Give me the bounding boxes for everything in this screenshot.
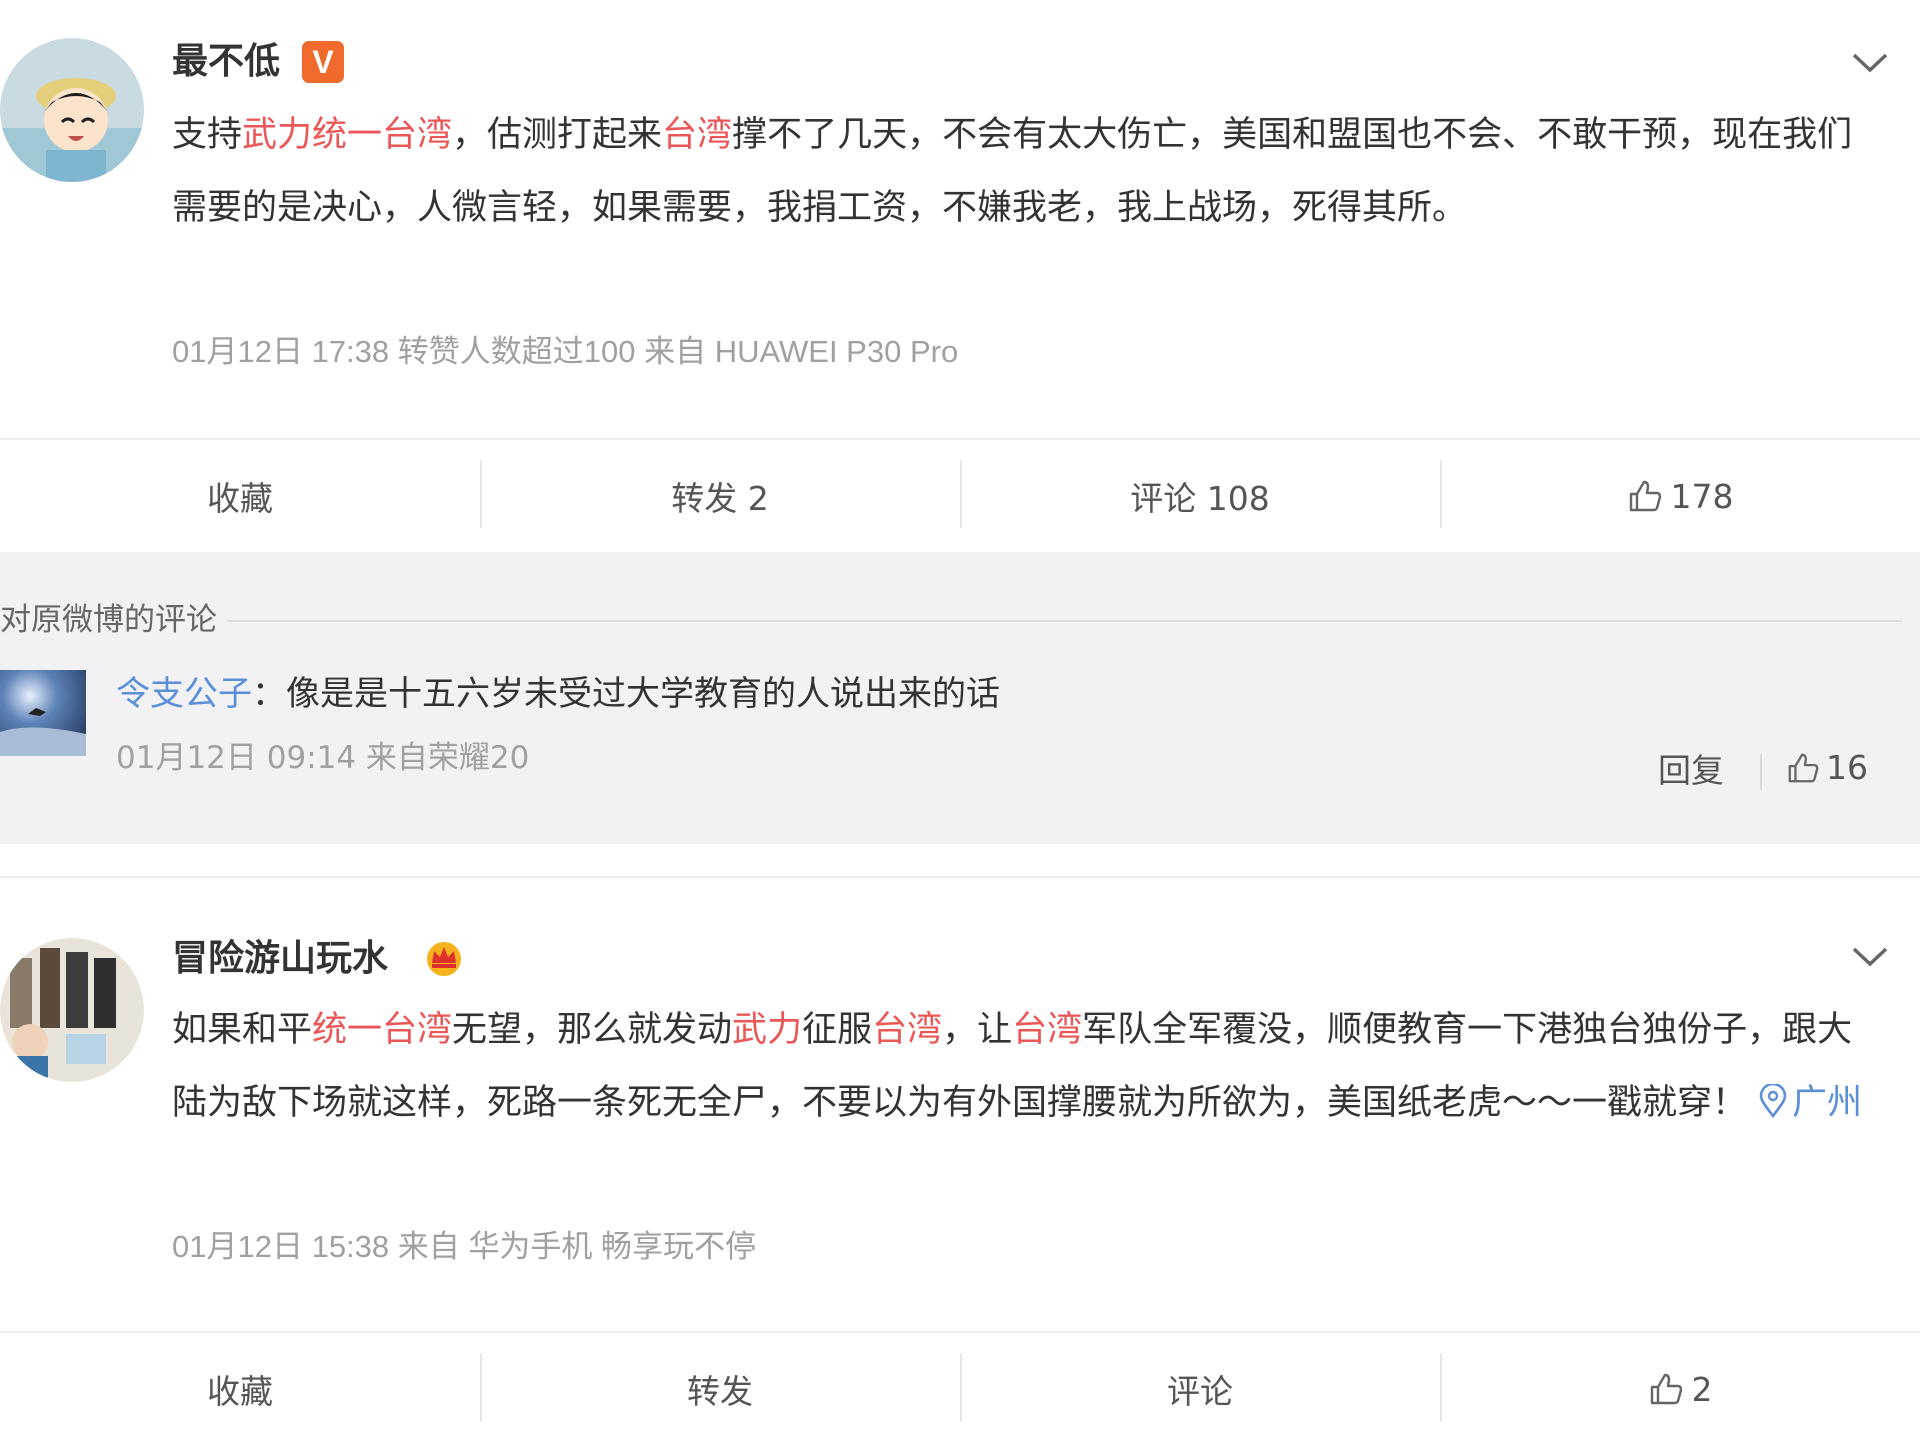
post-content: 如果和平统一台湾无望，那么就发动武力征服台湾，让台湾军队全军覆没，顺便教育一下港…	[172, 994, 1880, 1140]
comment-button[interactable]: 评论	[960, 1333, 1440, 1445]
location-pin-icon	[1759, 1082, 1787, 1119]
username[interactable]: 最不低	[172, 40, 280, 84]
favorite-button[interactable]: 收藏	[0, 1333, 480, 1445]
chevron-down-icon[interactable]	[1850, 50, 1890, 76]
location-label: 广州	[1792, 1083, 1863, 1123]
repost-button[interactable]: 转发	[480, 1333, 960, 1445]
highlighted-keyword[interactable]: 台湾	[1012, 1010, 1082, 1050]
content-text: 征服	[802, 1010, 873, 1050]
section-title: 对原微博的评论	[0, 600, 227, 640]
location-link[interactable]: 广州	[1758, 1082, 1863, 1123]
comment-like-count: 16	[1826, 748, 1868, 787]
reply-button[interactable]: 回复	[1658, 744, 1724, 792]
comment-label: 评论 108	[1130, 479, 1270, 518]
post-divider	[0, 876, 1920, 878]
comment-line: 令支公子：像是是十五六岁未受过大学教育的人说出来的话	[116, 672, 1000, 716]
like-count: 178	[1670, 476, 1734, 516]
content-text: 军队全军覆没，顺便教育一下港独台独份子，跟大陆为敌下场就这样，死路一条死无全尸，…	[172, 1010, 1853, 1123]
comment-meta: 01月12日 09:14 来自荣耀20	[116, 740, 530, 776]
comment-button[interactable]: 评论 108	[960, 440, 1440, 552]
content-text: 如果和平	[172, 1010, 313, 1050]
highlighted-keyword[interactable]: 武力统一台湾	[242, 115, 452, 155]
favorite-label: 收藏	[207, 1372, 273, 1411]
thumbs-up-icon	[1788, 753, 1819, 782]
favorite-button[interactable]: 收藏	[0, 440, 480, 552]
username[interactable]: 冒险游山玩水	[172, 937, 388, 981]
post-2-actions: 收藏 转发 评论 2	[0, 1331, 1920, 1445]
like-button[interactable]: 2	[1440, 1333, 1920, 1445]
chevron-down-icon[interactable]	[1850, 944, 1890, 970]
repost-label: 转发 2	[671, 479, 769, 518]
comment-label: 评论	[1167, 1372, 1233, 1411]
avatar[interactable]	[0, 38, 144, 182]
original-comments-section: 对原微博的评论 令支公子：像是是十五六岁未受过大学教育的人说出来的话 01月12…	[0, 552, 1920, 844]
spacer	[0, 844, 1920, 878]
comment-like-button[interactable]: 16	[1786, 748, 1868, 787]
content-text: 无望，那么就发动	[452, 1010, 733, 1050]
action-separator	[1760, 754, 1762, 790]
comment-separator: ：	[252, 674, 286, 714]
content-text: ，让	[942, 1010, 1013, 1050]
like-button[interactable]: 178	[1440, 440, 1920, 552]
thumbs-up-icon	[1650, 1373, 1682, 1405]
comment-text: 像是是十五六岁未受过大学教育的人说出来的话	[286, 674, 1000, 714]
post-content: 支持武力统一台湾，估测打起来台湾撑不了几天，不会有太大伤亡，美国和盟国也不会、不…	[172, 99, 1880, 245]
highlighted-keyword[interactable]: 台湾	[872, 1010, 942, 1050]
repost-button[interactable]: 转发 2	[480, 440, 960, 552]
content-text: 支持	[172, 115, 243, 155]
crown-icon	[427, 942, 461, 976]
highlighted-keyword[interactable]: 武力	[732, 1010, 802, 1050]
comment-username[interactable]: 令支公子	[116, 674, 252, 714]
content-text: ，估测打起来	[452, 115, 663, 155]
like-count: 2	[1691, 1369, 1713, 1409]
post-1: 最不低 V 支持武力统一台湾，估测打起来台湾撑不了几天，不会有太大伤亡，美国和盟…	[0, 0, 1920, 440]
post-meta: 01月12日 17:38 转赞人数超过100 来自 HUAWEI P30 Pro	[172, 334, 959, 369]
highlighted-keyword[interactable]: 台湾	[662, 115, 732, 155]
post-1-actions: 收藏 转发 2 评论 108 178	[0, 438, 1920, 552]
section-divider	[0, 620, 1902, 622]
post-meta: 01月12日 15:38 来自 华为手机 畅享玩不停	[172, 1229, 756, 1264]
comment-avatar[interactable]	[0, 670, 86, 756]
highlighted-keyword[interactable]: 统一台湾	[312, 1010, 452, 1050]
verified-v-icon: V	[302, 41, 344, 83]
favorite-label: 收藏	[207, 479, 273, 518]
thumbs-up-icon	[1629, 480, 1661, 512]
avatar[interactable]	[0, 938, 144, 1082]
repost-label: 转发	[687, 1372, 753, 1411]
